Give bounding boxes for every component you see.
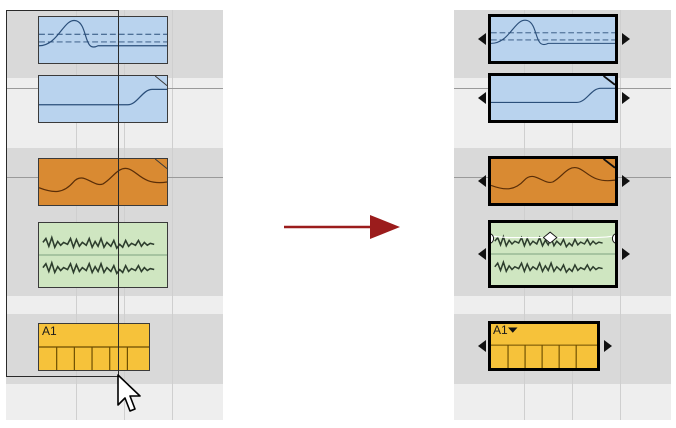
- marquee-selection: [6, 10, 119, 377]
- resize-handle-right-icon[interactable]: [622, 92, 630, 104]
- resize-handle-right-icon[interactable]: [622, 248, 630, 260]
- midi-clip-selected[interactable]: A1: [488, 321, 600, 371]
- resize-handle-left-icon[interactable]: [478, 340, 486, 352]
- automation-clip-3-selected[interactable]: [488, 156, 618, 206]
- resize-handle-left-icon[interactable]: [478, 248, 486, 260]
- automation-clip-1-selected[interactable]: [488, 14, 618, 64]
- mouse-pointer-icon: [117, 374, 141, 412]
- lane-gap-2: [454, 296, 671, 314]
- resize-handle-left-icon[interactable]: [478, 92, 486, 104]
- audio-clip-selected[interactable]: [488, 220, 618, 288]
- resize-handle-right-icon[interactable]: [604, 340, 612, 352]
- dropdown-triangle-icon: [508, 327, 518, 333]
- transition-arrow-icon: [284, 215, 400, 239]
- resize-handle-right-icon[interactable]: [622, 33, 630, 45]
- resize-handle-left-icon[interactable]: [478, 175, 486, 187]
- lane-gap-3: [454, 384, 671, 420]
- lane-gap-1: [454, 130, 671, 148]
- resize-handle-right-icon[interactable]: [622, 175, 630, 187]
- resize-handle-left-icon[interactable]: [478, 33, 486, 45]
- automation-clip-2-selected[interactable]: [488, 73, 618, 123]
